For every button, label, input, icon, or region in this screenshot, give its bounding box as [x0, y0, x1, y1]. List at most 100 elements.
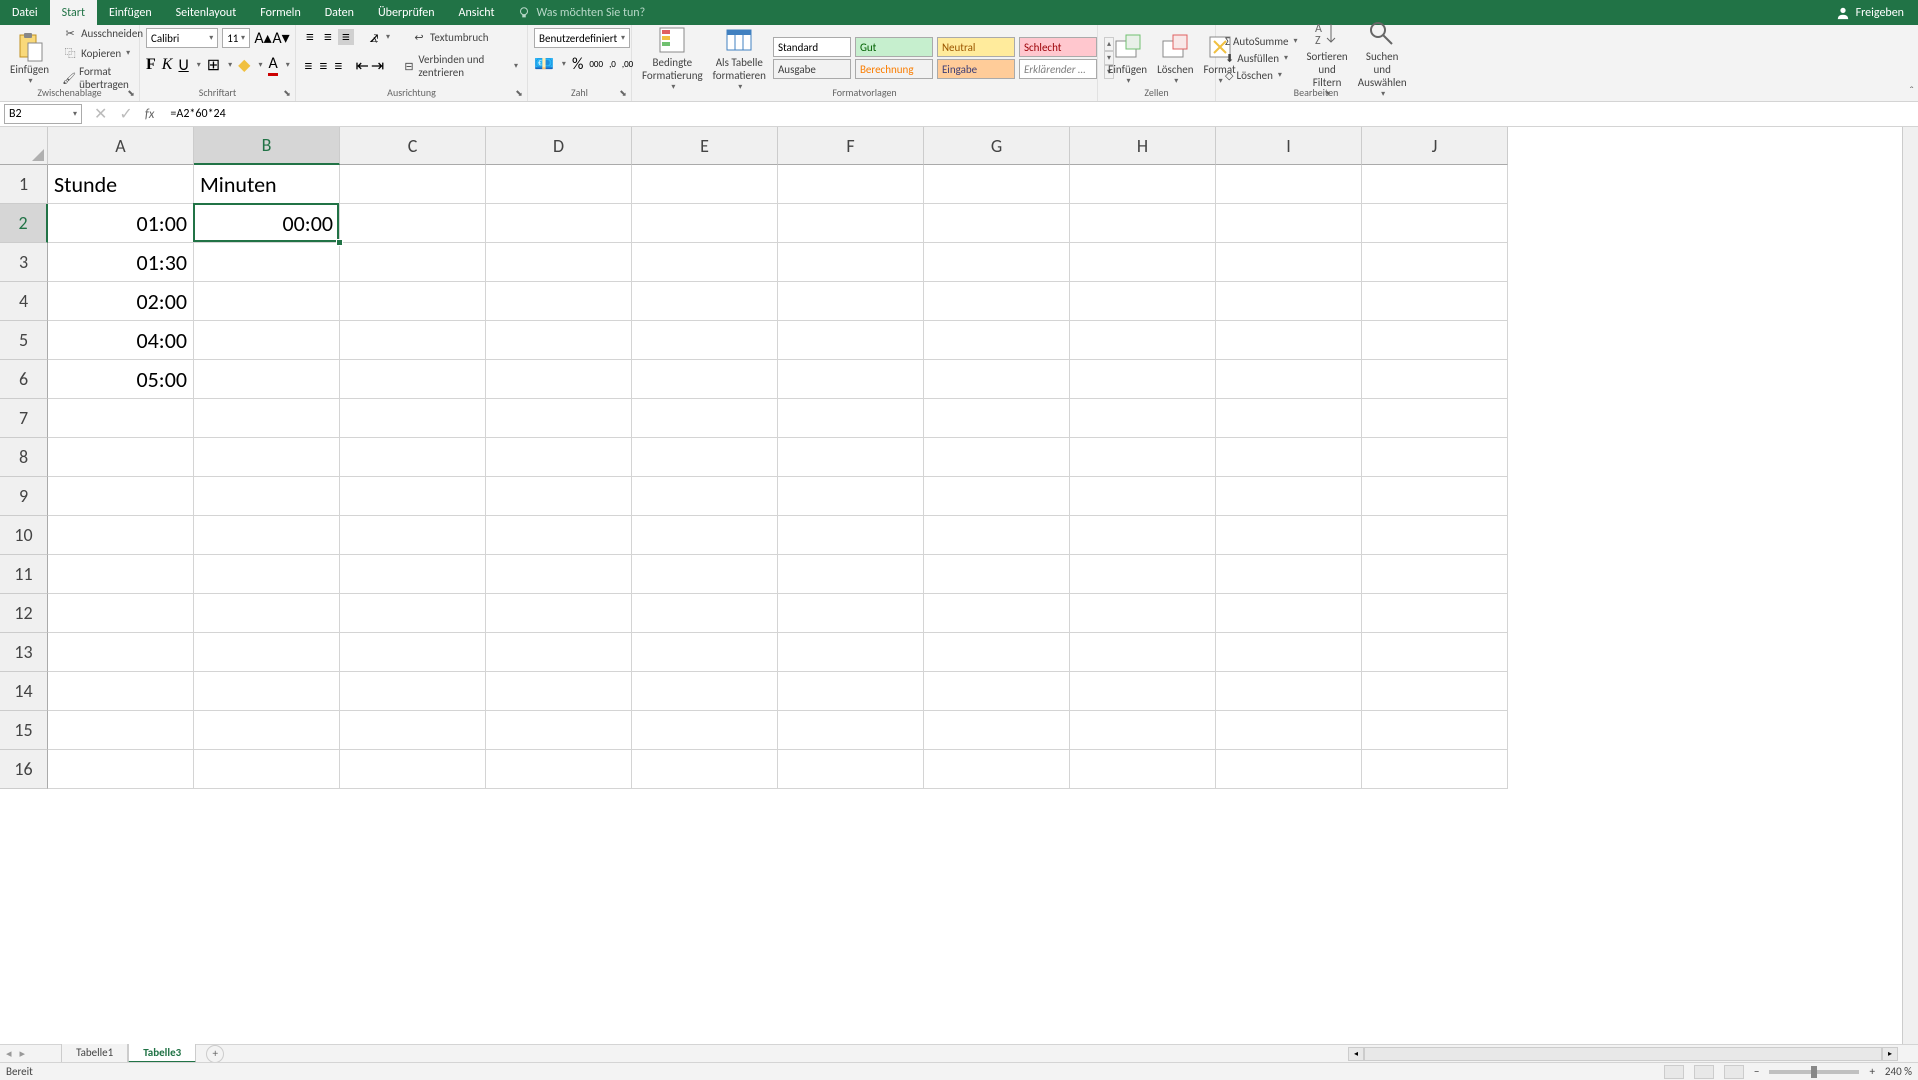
cell-E6[interactable] — [632, 360, 778, 399]
cell-C10[interactable] — [340, 516, 486, 555]
row-header-4[interactable]: 4 — [0, 282, 48, 321]
cell-F10[interactable] — [778, 516, 924, 555]
tab-start[interactable]: Start — [50, 0, 97, 25]
cell-G1[interactable] — [924, 165, 1070, 204]
cell-B3[interactable] — [194, 243, 340, 282]
cell-J12[interactable] — [1362, 594, 1508, 633]
cell-D8[interactable] — [486, 438, 632, 477]
underline-button[interactable]: U — [178, 56, 188, 75]
zoom-in-icon[interactable]: + — [1869, 1065, 1874, 1078]
cell-F3[interactable] — [778, 243, 924, 282]
font-size-dropdown[interactable]: 11▾ — [222, 28, 250, 48]
cell-A14[interactable] — [48, 672, 194, 711]
alignment-launcher[interactable]: ⬊ — [513, 87, 525, 99]
cell-E2[interactable] — [632, 204, 778, 243]
cell-B10[interactable] — [194, 516, 340, 555]
row-header-9[interactable]: 9 — [0, 477, 48, 516]
number-launcher[interactable]: ⬊ — [617, 87, 629, 99]
cell-I7[interactable] — [1216, 399, 1362, 438]
sheet-nav[interactable]: ◂▸ — [0, 1047, 31, 1060]
cell-D4[interactable] — [486, 282, 632, 321]
formula-input[interactable]: =A2*60*24 — [166, 104, 1918, 124]
cell-E14[interactable] — [632, 672, 778, 711]
page-layout-view-button[interactable] — [1694, 1065, 1714, 1079]
add-sheet-button[interactable]: + — [206, 1045, 224, 1063]
cell-E12[interactable] — [632, 594, 778, 633]
style-berechnung[interactable]: Berechnung — [855, 59, 933, 79]
cell-C8[interactable] — [340, 438, 486, 477]
cell-A6[interactable]: 05:00 — [48, 360, 194, 399]
scroll-right-icon[interactable]: ▸ — [1882, 1047, 1898, 1061]
wrap-text-button[interactable]: ↩Textumbruch — [408, 28, 492, 46]
align-bottom-icon[interactable]: ≡ — [338, 29, 354, 45]
font-color-button[interactable]: A — [268, 54, 277, 76]
thousands-format-icon[interactable]: 000 — [589, 59, 603, 70]
cell-I10[interactable] — [1216, 516, 1362, 555]
cell-I5[interactable] — [1216, 321, 1362, 360]
cell-D1[interactable] — [486, 165, 632, 204]
cell-H6[interactable] — [1070, 360, 1216, 399]
cell-C15[interactable] — [340, 711, 486, 750]
tab-formeln[interactable]: Formeln — [248, 0, 312, 25]
cell-G11[interactable] — [924, 555, 1070, 594]
style-ausgabe[interactable]: Ausgabe — [773, 59, 851, 79]
cell-B14[interactable] — [194, 672, 340, 711]
row-header-8[interactable]: 8 — [0, 438, 48, 477]
cell-G3[interactable] — [924, 243, 1070, 282]
cell-J7[interactable] — [1362, 399, 1508, 438]
cell-H16[interactable] — [1070, 750, 1216, 789]
cell-F7[interactable] — [778, 399, 924, 438]
cell-F1[interactable] — [778, 165, 924, 204]
cell-D2[interactable] — [486, 204, 632, 243]
cell-H1[interactable] — [1070, 165, 1216, 204]
cells-area[interactable]: StundeMinuten01:0000:0001:3002:0004:0005… — [48, 165, 1918, 1044]
cell-J2[interactable] — [1362, 204, 1508, 243]
cell-I6[interactable] — [1216, 360, 1362, 399]
cell-E15[interactable] — [632, 711, 778, 750]
cell-J16[interactable] — [1362, 750, 1508, 789]
cell-C14[interactable] — [340, 672, 486, 711]
cell-J1[interactable] — [1362, 165, 1508, 204]
percent-format-icon[interactable]: % — [572, 55, 583, 74]
cell-I9[interactable] — [1216, 477, 1362, 516]
cell-J3[interactable] — [1362, 243, 1508, 282]
cell-D10[interactable] — [486, 516, 632, 555]
cell-B9[interactable] — [194, 477, 340, 516]
cell-J10[interactable] — [1362, 516, 1508, 555]
confirm-formula-icon[interactable]: ✓ — [119, 104, 132, 124]
col-header-J[interactable]: J — [1362, 127, 1508, 165]
cell-I2[interactable] — [1216, 204, 1362, 243]
cell-E8[interactable] — [632, 438, 778, 477]
col-header-G[interactable]: G — [924, 127, 1070, 165]
cell-F6[interactable] — [778, 360, 924, 399]
align-top-icon[interactable]: ≡ — [302, 29, 318, 45]
autosum-button[interactable]: ΣAutoSumme▾ — [1222, 34, 1300, 49]
cell-B16[interactable] — [194, 750, 340, 789]
cell-F16[interactable] — [778, 750, 924, 789]
scroll-left-icon[interactable]: ◂ — [1348, 1047, 1364, 1061]
col-header-F[interactable]: F — [778, 127, 924, 165]
cell-D6[interactable] — [486, 360, 632, 399]
cell-J6[interactable] — [1362, 360, 1508, 399]
bold-button[interactable]: F — [146, 56, 156, 74]
cell-C3[interactable] — [340, 243, 486, 282]
col-header-I[interactable]: I — [1216, 127, 1362, 165]
style-erklärender …[interactable]: Erklärender … — [1019, 59, 1097, 79]
name-box[interactable]: B2▾ — [4, 104, 82, 124]
cell-B2[interactable]: 00:00 — [194, 204, 340, 243]
decrease-indent-icon[interactable]: ⇤ — [355, 58, 368, 74]
cell-H3[interactable] — [1070, 243, 1216, 282]
clear-button[interactable]: ◇Löschen▾ — [1222, 68, 1300, 83]
cell-F11[interactable] — [778, 555, 924, 594]
cell-I3[interactable] — [1216, 243, 1362, 282]
cell-C12[interactable] — [340, 594, 486, 633]
cell-F9[interactable] — [778, 477, 924, 516]
cell-G14[interactable] — [924, 672, 1070, 711]
cell-H14[interactable] — [1070, 672, 1216, 711]
cell-F15[interactable] — [778, 711, 924, 750]
cell-D7[interactable] — [486, 399, 632, 438]
cell-I12[interactable] — [1216, 594, 1362, 633]
cell-G6[interactable] — [924, 360, 1070, 399]
cell-E1[interactable] — [632, 165, 778, 204]
cell-A2[interactable]: 01:00 — [48, 204, 194, 243]
